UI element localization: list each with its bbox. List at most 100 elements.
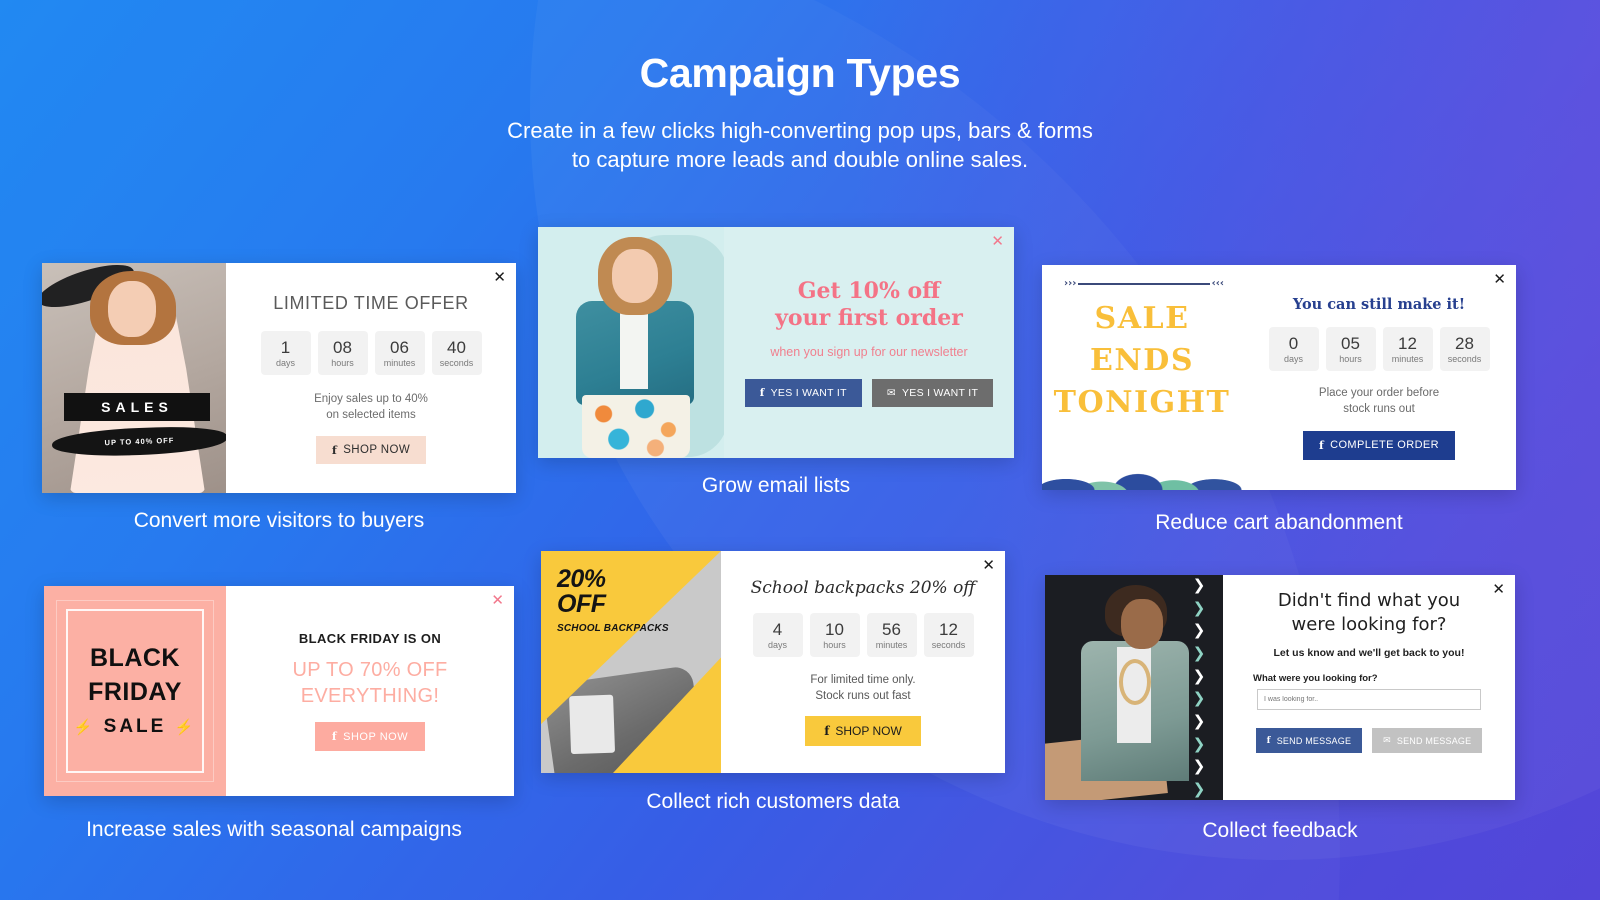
page-header: Campaign Types Create in a few clicks hi… xyxy=(0,0,1600,174)
card6-image: ❯ ❯ ❯ ❯ ❯ ❯ ❯ ❯ ❯ ❯ xyxy=(1045,575,1223,800)
caption-collect-feedback: Collect feedback xyxy=(1202,819,1358,842)
countdown-label: minutes xyxy=(1391,353,1424,364)
card4-subtitle-line-1: UP TO 70% OFF xyxy=(292,659,448,681)
countdown-label: days xyxy=(1283,353,1303,364)
model-skirt xyxy=(582,395,690,458)
countdown-label: seconds xyxy=(439,357,474,368)
popup-card-grow-email-lists[interactable]: ✕ Get 10% off your first order when you … xyxy=(538,227,1014,458)
card6-body: ✕ Didn't find what you were looking for?… xyxy=(1223,575,1515,800)
page-subtitle-line-1: Create in a few clicks high-converting p… xyxy=(507,118,1093,143)
close-icon[interactable]: ✕ xyxy=(982,558,995,573)
close-icon[interactable]: ✕ xyxy=(491,593,504,608)
model-face xyxy=(1121,599,1163,649)
card5-countdown: 4 days 10 hours 56 minutes 12 seconds xyxy=(752,613,974,657)
bolt-icon: ⚡ xyxy=(73,719,96,736)
countdown-label: hours xyxy=(1339,353,1362,364)
card2-email-button-label: YES I WANT IT xyxy=(901,387,979,399)
countdown-value: 06 xyxy=(390,337,409,357)
card1-shop-now-button[interactable]: f SHOP NOW xyxy=(315,435,427,464)
card1-body: ✕ LIMITED TIME OFFER 1 days 08 hours 06 … xyxy=(226,263,516,493)
card2-facebook-subscribe-button[interactable]: f YES I WANT IT xyxy=(744,379,862,407)
caption-reduce-cart-abandonment: Reduce cart abandonment xyxy=(1155,511,1403,534)
countdown-label: hours xyxy=(823,640,846,650)
card6-email-button-label: SEND MESSAGE xyxy=(1396,735,1472,746)
close-icon[interactable]: ✕ xyxy=(991,234,1004,249)
card4-word-3: SALE xyxy=(103,716,167,737)
countdown-cell-days: 0 days xyxy=(1268,326,1319,371)
card3-word-1: SALE xyxy=(1094,301,1190,336)
facebook-icon: f xyxy=(1266,735,1271,746)
card1-discount-badge: UP TO 40% OFF xyxy=(51,424,226,459)
card1-blurb: Enjoy sales up to 40% on selected items xyxy=(314,391,428,423)
card4-word-2: FRIDAY xyxy=(88,678,182,706)
card3-countdown: 0 days 05 hours 12 minutes 28 seconds xyxy=(1268,326,1490,371)
card2-subline: when you sign up for our newsletter xyxy=(770,345,968,359)
caption-convert-more-visitors: Convert more visitors to buyers xyxy=(133,509,425,532)
card3-title: You can still make it! xyxy=(1292,295,1466,313)
card3-image: ››› ‹‹‹ SALE ENDS TONIGHT xyxy=(1042,265,1242,490)
card3-word-2: ENDS xyxy=(1090,343,1194,378)
tropical-leaves-decoration xyxy=(1042,422,1242,490)
close-icon[interactable]: ✕ xyxy=(1492,582,1505,597)
card5-title: School backpacks 20% off xyxy=(750,578,976,598)
countdown-cell-seconds: 28 seconds xyxy=(1439,326,1490,371)
card3-body: ✕ You can still make it! 0 days 05 hours… xyxy=(1242,265,1516,490)
close-icon[interactable]: ✕ xyxy=(493,270,506,285)
card3-blurb-line-1: Place your order before xyxy=(1318,386,1440,399)
card2-headline-line-1: Get 10% off xyxy=(797,278,941,304)
card6-title-line-2: were looking for? xyxy=(1291,614,1447,635)
countdown-value: 05 xyxy=(1341,333,1360,353)
card5-shop-now-label: SHOP NOW xyxy=(835,724,902,738)
page-root: Campaign Types Create in a few clicks hi… xyxy=(0,0,1600,900)
facebook-icon: f xyxy=(331,730,338,743)
card1-title: LIMITED TIME OFFER xyxy=(273,292,469,313)
card4-body: ✕ BLACK FRIDAY IS ON UP TO 70% OFF EVERY… xyxy=(226,586,514,796)
card2-headline: Get 10% off your first order xyxy=(775,278,963,332)
card6-facebook-send-button[interactable]: f SEND MESSAGE xyxy=(1255,728,1363,753)
card6-email-send-button[interactable]: ✉ SEND MESSAGE xyxy=(1372,728,1483,753)
card4-sale-row: ⚡ SALE ⚡ xyxy=(44,716,226,738)
card6-title: Didn't find what you were looking for? xyxy=(1278,589,1460,637)
countdown-cell-hours: 08 hours xyxy=(317,330,368,375)
card6-field-label: What were you looking for? xyxy=(1253,673,1378,684)
page-subtitle: Create in a few clicks high-converting p… xyxy=(0,116,1600,174)
card5-blurb-line-1: For limited time only. xyxy=(810,674,916,686)
card4-shop-now-button[interactable]: f SHOP NOW xyxy=(314,722,426,751)
countdown-value: 12 xyxy=(939,620,958,639)
countdown-cell-minutes: 56 minutes xyxy=(866,613,917,657)
card6-button-row: f SEND MESSAGE ✉ SEND MESSAGE xyxy=(1255,728,1483,753)
countdown-value: 40 xyxy=(447,337,466,357)
chevron-pattern-icon: ❯ ❯ ❯ ❯ ❯ ❯ ❯ ❯ ❯ ❯ xyxy=(1192,576,1206,798)
facebook-icon: f xyxy=(331,442,338,457)
page-title: Campaign Types xyxy=(639,50,961,96)
card2-body: ✕ Get 10% off your first order when you … xyxy=(724,227,1014,458)
card1-shop-now-label: SHOP NOW xyxy=(343,443,411,456)
caption-collect-rich-customers-data: Collect rich customers data xyxy=(646,790,900,813)
facebook-icon: f xyxy=(759,387,765,399)
feedback-input[interactable] xyxy=(1257,689,1481,710)
model-face xyxy=(108,281,156,337)
card5-percent-value: 20% xyxy=(557,565,606,593)
card2-facebook-button-label: YES I WANT IT xyxy=(770,387,847,399)
popup-card-limited-time-offer[interactable]: SALES UP TO 40% OFF ✕ LIMITED TIME OFFER… xyxy=(42,263,516,493)
card5-shop-now-button[interactable]: f SHOP NOW xyxy=(805,716,921,746)
card1-sales-badge: SALES xyxy=(64,393,210,421)
card5-blurb: For limited time only. Stock runs out fa… xyxy=(810,672,915,704)
countdown-value: 1 xyxy=(280,337,291,357)
card3-complete-order-label: COMPLETE ORDER xyxy=(1330,439,1440,451)
popup-card-school-backpacks[interactable]: 20% OFF SCHOOL BACKPACKS ✕ School backpa… xyxy=(541,551,1005,773)
model-necklace xyxy=(1119,659,1151,705)
countdown-value: 12 xyxy=(1398,333,1417,353)
card6-facebook-button-label: SEND MESSAGE xyxy=(1276,735,1352,746)
card3-complete-order-button[interactable]: f COMPLETE ORDER xyxy=(1302,430,1456,460)
card2-email-subscribe-button[interactable]: ✉ YES I WANT IT xyxy=(871,379,994,407)
close-icon[interactable]: ✕ xyxy=(1493,272,1506,287)
card6-subtitle: Let us know and we'll get back to you! xyxy=(1273,647,1465,659)
countdown-value: 10 xyxy=(825,620,844,639)
bolt-icon: ⚡ xyxy=(174,719,197,736)
popup-card-collect-feedback[interactable]: ❯ ❯ ❯ ❯ ❯ ❯ ❯ ❯ ❯ ❯ ✕ Didn't find what you were… xyxy=(1045,575,1515,800)
card1-blurb-line-1: Enjoy sales up to 40% xyxy=(314,392,428,405)
popup-card-reduce-cart-abandonment[interactable]: ››› ‹‹‹ SALE ENDS TONIGHT ✕ You can still… xyxy=(1042,265,1516,490)
popup-card-black-friday[interactable]: BLACK FRIDAY ⚡ SALE ⚡ ✕ BLACK FRIDAY IS … xyxy=(44,586,514,796)
card2-headline-line-2: your first order xyxy=(775,305,963,331)
